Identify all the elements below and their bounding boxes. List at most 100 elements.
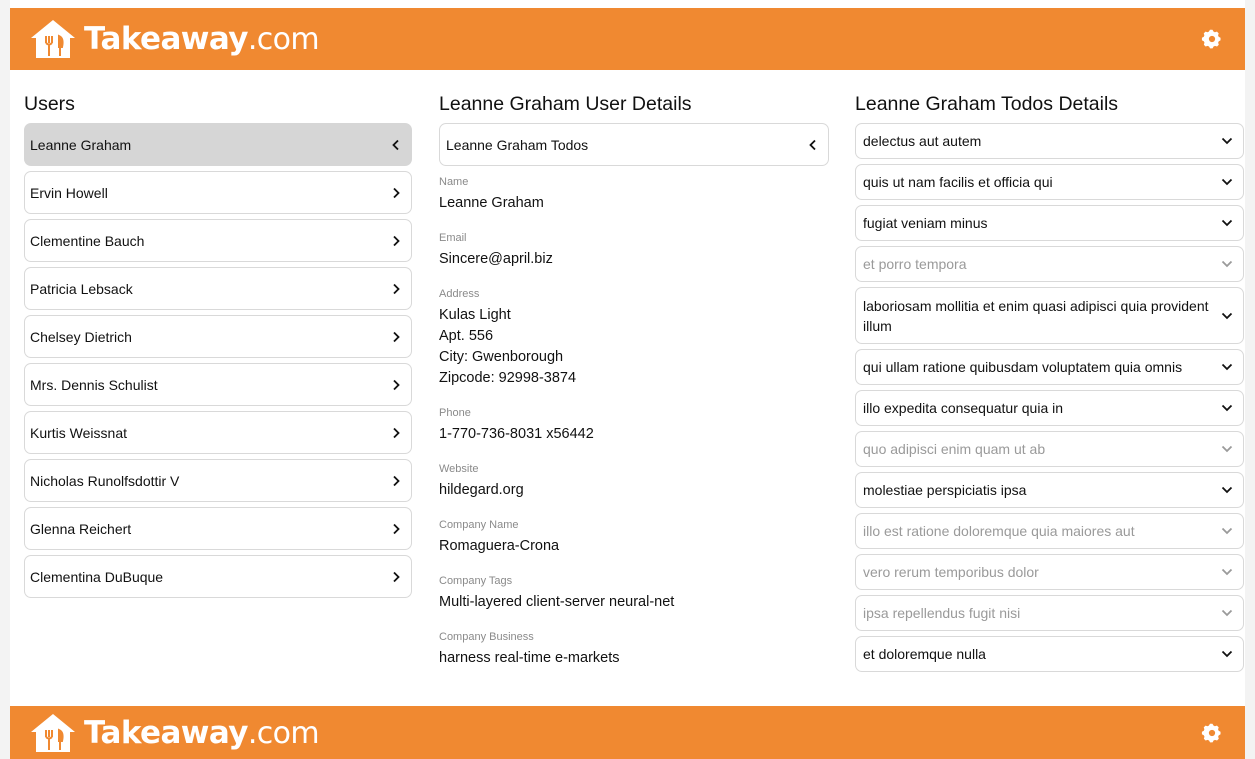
field-label: Company Tags (439, 575, 513, 587)
field-value: hildegard.org (439, 482, 524, 498)
todo-item[interactable]: vero rerum temporibus dolor (855, 554, 1244, 590)
chevron-down-icon (1221, 219, 1233, 227)
todo-title: qui ullam ratione quibusdam voluptatem q… (863, 359, 1183, 375)
user-list-item[interactable]: Ervin Howell (24, 171, 412, 214)
address-street: Kulas Light (439, 307, 511, 323)
todos-title: Leanne Graham Todos Details (855, 93, 1119, 115)
chevron-right-icon (393, 331, 400, 342)
user-details-title: Leanne Graham User Details (439, 93, 692, 115)
settings-gear-icon[interactable] (1201, 722, 1223, 744)
address-zipcode: Zipcode: 92998-3874 (439, 370, 577, 386)
todo-item[interactable]: ipsa repellendus fugit nisi (855, 595, 1244, 631)
user-name: Leanne Graham (30, 136, 132, 153)
todo-title: delectus aut autem (863, 133, 982, 149)
users-title: Users (24, 93, 75, 115)
todo-title: quis ut nam facilis et officia qui (863, 174, 1053, 190)
user-list-item[interactable]: Nicholas Runolfsdottir V (24, 459, 412, 502)
field-value: Sincere@april.biz (439, 251, 553, 267)
field-label: Company Business (439, 631, 534, 643)
brand-suffix: .com (247, 22, 320, 57)
field-address: Address Kulas Light Apt. 556 City: Gwenb… (439, 288, 829, 389)
todo-item[interactable]: delectus aut autem (855, 123, 1244, 159)
todo-title: quo adipisci enim quam ut ab (863, 441, 1046, 457)
user-list-item[interactable]: Leanne Graham (24, 123, 412, 166)
app-header-duplicate: Takeaway.com (10, 706, 1245, 759)
user-name: Patricia Lebsack (30, 280, 133, 297)
todo-title: vero rerum temporibus dolor (863, 564, 1039, 580)
field-phone: Phone 1-770-736-8031 x56442 (439, 407, 829, 445)
brand-suffix: .com (247, 715, 320, 751)
chevron-down-icon (1221, 486, 1233, 494)
chevron-down-icon (1221, 178, 1233, 186)
brand-logo[interactable]: Takeaway.com (30, 713, 320, 753)
chevron-right-icon (393, 235, 400, 246)
user-name: Clementina DuBuque (30, 568, 164, 585)
user-list-item[interactable]: Clementine Bauch (24, 219, 412, 262)
todo-title: et doloremque nulla (863, 646, 986, 662)
todo-item[interactable]: quis ut nam facilis et officia qui (855, 164, 1244, 200)
brand-name: Takeaway (84, 714, 248, 751)
todo-item[interactable]: quo adipisci enim quam ut ab (855, 431, 1244, 467)
chevron-left-icon (392, 139, 399, 150)
user-list-item[interactable]: Patricia Lebsack (24, 267, 412, 310)
field-company-name: Company Name Romaguera-Crona (439, 519, 829, 557)
todo-item[interactable]: et doloremque nulla (855, 636, 1244, 672)
user-name: Nicholas Runolfsdottir V (30, 472, 180, 489)
address-suite: Apt. 556 (439, 328, 494, 344)
user-details-panel: Leanne Graham User Details Leanne Graham… (439, 93, 829, 687)
user-todos-link-label: Leanne Graham Todos (446, 136, 589, 153)
chevron-right-icon (393, 427, 400, 438)
field-label: Email (439, 232, 467, 244)
chevron-right-icon (393, 523, 400, 534)
field-value: Romaguera-Crona (439, 538, 560, 554)
user-list-item[interactable]: Mrs. Dennis Schulist (24, 363, 412, 406)
todo-item[interactable]: fugiat veniam minus (855, 205, 1244, 241)
address-city: City: Gwenborough (439, 349, 564, 365)
todo-title: molestiae perspiciatis ipsa (863, 482, 1027, 498)
user-list-item[interactable]: Kurtis Weissnat (24, 411, 412, 454)
settings-gear-icon[interactable] (1201, 28, 1223, 50)
user-todos-link[interactable]: Leanne Graham Todos (439, 123, 829, 166)
todo-item[interactable]: molestiae perspiciatis ipsa (855, 472, 1244, 508)
todo-item[interactable]: illo est ratione doloremque quia maiores… (855, 513, 1244, 549)
field-company-business: Company Business harness real-time e-mar… (439, 631, 829, 669)
field-value: Multi-layered client-server neural-net (439, 594, 675, 610)
chevron-down-icon (1221, 363, 1233, 371)
user-name: Chelsey Dietrich (30, 328, 132, 345)
user-list-item[interactable]: Chelsey Dietrich (24, 315, 412, 358)
field-value: 1-770-736-8031 x56442 (439, 426, 594, 442)
user-name: Clementine Bauch (30, 232, 145, 249)
chevron-right-icon (393, 379, 400, 390)
chevron-right-icon (393, 187, 400, 198)
field-label: Address (439, 288, 480, 300)
chevron-down-icon (1221, 650, 1233, 658)
field-label: Website (439, 463, 479, 475)
house-logo-icon (31, 20, 75, 58)
field-website: Website hildegard.org (439, 463, 829, 501)
user-list-item[interactable]: Glenna Reichert (24, 507, 412, 550)
field-email: Email Sincere@april.biz (439, 232, 829, 270)
todo-item[interactable]: illo expedita consequatur quia in (855, 390, 1244, 426)
brand-logo[interactable]: Takeaway.com (30, 19, 320, 59)
chevron-down-icon (1221, 260, 1233, 268)
user-name: Kurtis Weissnat (30, 424, 127, 441)
chevron-down-icon (1221, 568, 1233, 576)
chevron-down-icon (1221, 527, 1233, 535)
chevron-down-icon (1221, 404, 1233, 412)
todo-item[interactable]: et porro tempora (855, 246, 1244, 282)
house-logo-icon (31, 713, 75, 752)
todo-title: et porro tempora (863, 256, 967, 272)
user-name: Ervin Howell (30, 184, 108, 201)
todo-title: illo expedita consequatur quia in (863, 400, 1064, 416)
user-name: Mrs. Dennis Schulist (30, 376, 158, 393)
field-value: Leanne Graham (439, 195, 544, 211)
field-company-tags: Company Tags Multi-layered client-server… (439, 575, 829, 613)
users-list: Leanne Graham Ervin Howell Clementine Bauc… (24, 123, 412, 598)
field-name: Name Leanne Graham (439, 176, 829, 214)
user-list-item[interactable]: Clementina DuBuque (24, 555, 412, 598)
chevron-left-icon (809, 139, 816, 150)
todo-item[interactable]: qui ullam ratione quibusdam voluptatem q… (855, 349, 1244, 385)
brand-name: Takeaway (84, 21, 248, 57)
chevron-down-icon (1221, 137, 1233, 145)
todo-item[interactable]: laboriosam mollitia et enim quasi adipis… (855, 287, 1244, 344)
